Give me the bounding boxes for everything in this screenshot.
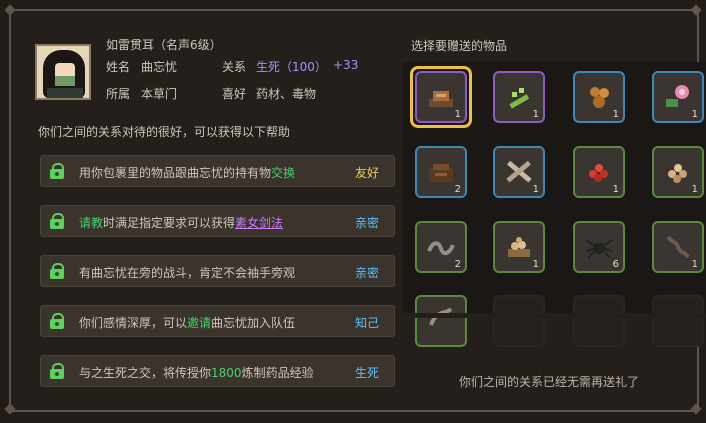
level-tag: 亲密 xyxy=(354,216,379,230)
help-text: 你们感情深厚，可以 xyxy=(79,316,188,330)
hobby-value: 药材、毒物 xyxy=(256,87,317,101)
grain-icon xyxy=(508,237,530,257)
npc-title: 如雷贯耳（名声6级） xyxy=(106,38,222,52)
empty-slot xyxy=(652,295,704,347)
unlock-icon xyxy=(49,163,65,179)
item-slot-chocolate[interactable]: 2 xyxy=(415,146,467,198)
relation-value: 生死（100） xyxy=(256,60,327,74)
help-text: 时满足指定要求可以获得 xyxy=(103,216,236,230)
item-slot-spider[interactable]: 6 xyxy=(573,221,625,273)
mushrooms-icon xyxy=(668,164,687,183)
chocolate-icon xyxy=(429,164,453,182)
item-quantity: 1 xyxy=(532,184,539,195)
npc-portrait xyxy=(35,44,91,100)
unlock-icon xyxy=(49,213,65,229)
item-quantity: 1 xyxy=(532,259,539,270)
gift-title: 选择要赠送的物品 xyxy=(411,39,508,53)
item-slot-red-berries[interactable]: 1 xyxy=(573,146,625,198)
help-intro: 你们之间的关系对待的很好，可以获得以下帮助 xyxy=(38,125,291,139)
snake-icon xyxy=(429,307,453,326)
help-text: 有曲忘忧在旁的战斗，肯定不会袖手旁观 xyxy=(79,266,296,280)
crossed-sticks-icon xyxy=(506,160,532,183)
skill-link[interactable]: 素女剑法 xyxy=(235,216,283,230)
trade-link[interactable]: 交换 xyxy=(271,166,295,180)
item-slot-crossed-sticks[interactable]: 1 xyxy=(493,146,545,198)
unlock-icon xyxy=(49,313,65,329)
nuts-icon xyxy=(590,87,609,108)
faction-label: 所属 xyxy=(106,87,131,101)
item-quantity: 1 xyxy=(612,184,619,195)
help-text: 用你包裹里的物品跟曲忘忧的持有物 xyxy=(79,166,272,180)
gift-panel-mask xyxy=(402,313,706,318)
exp-amount: 1800 xyxy=(211,366,242,380)
help-row-invite: 你们感情深厚，可以邀请曲忘忧加入队伍 知己 xyxy=(40,305,395,337)
item-quantity: 6 xyxy=(612,259,619,270)
item-slot-mushrooms[interactable]: 1 xyxy=(652,146,704,198)
item-quantity: 1 xyxy=(612,109,619,120)
item-slot-green-herb[interactable]: 1 xyxy=(493,71,545,123)
item-quantity: 1 xyxy=(691,184,698,195)
level-tag: 亲密 xyxy=(354,266,379,280)
unlock-icon xyxy=(49,263,65,279)
help-text: 炼制药品经验 xyxy=(241,366,314,380)
item-quantity: 1 xyxy=(691,259,698,270)
gift-notice: 你们之间的关系已经无需再送礼了 xyxy=(459,375,640,389)
item-quantity: 1 xyxy=(454,109,461,120)
item-quantity: 2 xyxy=(454,259,461,270)
learn-link[interactable]: 请教 xyxy=(79,216,103,230)
dried-meat-icon xyxy=(429,91,453,107)
item-slot-nuts[interactable]: 1 xyxy=(573,71,625,123)
empty-slot xyxy=(493,295,545,347)
centipede-icon xyxy=(666,235,690,259)
item-quantity: 2 xyxy=(454,184,461,195)
level-tag: 友好 xyxy=(354,166,379,180)
item-slot-grain[interactable]: 1 xyxy=(493,221,545,273)
worm-icon xyxy=(427,241,455,256)
item-quantity: 1 xyxy=(532,109,539,120)
item-quantity: 1 xyxy=(691,109,698,120)
lotus-flower-icon xyxy=(666,85,689,107)
level-tag: 生死 xyxy=(354,366,379,380)
spider-icon xyxy=(585,238,613,259)
item-slot-dried-meat[interactable]: 1 xyxy=(410,66,472,128)
level-tag: 知己 xyxy=(354,316,379,330)
unlock-icon xyxy=(49,363,65,379)
help-text: 曲忘忧加入队伍 xyxy=(211,316,296,330)
relation-gain: +33 xyxy=(333,58,359,72)
green-herb-icon xyxy=(509,88,530,109)
hobby-label: 喜好 xyxy=(222,87,247,101)
relation-label: 关系 xyxy=(222,60,247,74)
help-row-battle: 有曲忘忧在旁的战斗，肯定不会袖手旁观 亲密 xyxy=(40,255,395,287)
item-slot-centipede[interactable]: 1 xyxy=(652,221,704,273)
help-text: 与之生死之交，将传授你 xyxy=(79,366,212,380)
item-slot-lotus-flower[interactable]: 1 xyxy=(652,71,704,123)
empty-slot xyxy=(573,295,625,347)
faction-value: 本草门 xyxy=(141,87,178,101)
red-berries-icon xyxy=(589,164,608,182)
help-row-trade: 用你包裹里的物品跟曲忘忧的持有物交换 友好 xyxy=(40,155,395,187)
item-slot-snake[interactable] xyxy=(415,295,467,347)
invite-link[interactable]: 邀请 xyxy=(187,316,211,330)
item-slot-worm[interactable]: 2 xyxy=(415,221,467,273)
help-row-learn: 请教时满足指定要求可以获得素女剑法 亲密 xyxy=(40,205,395,237)
name-label: 姓名 xyxy=(106,60,131,74)
help-row-teach: 与之生死之交，将传授你1800炼制药品经验 生死 xyxy=(40,355,395,387)
npc-name: 曲忘忧 xyxy=(141,60,178,74)
